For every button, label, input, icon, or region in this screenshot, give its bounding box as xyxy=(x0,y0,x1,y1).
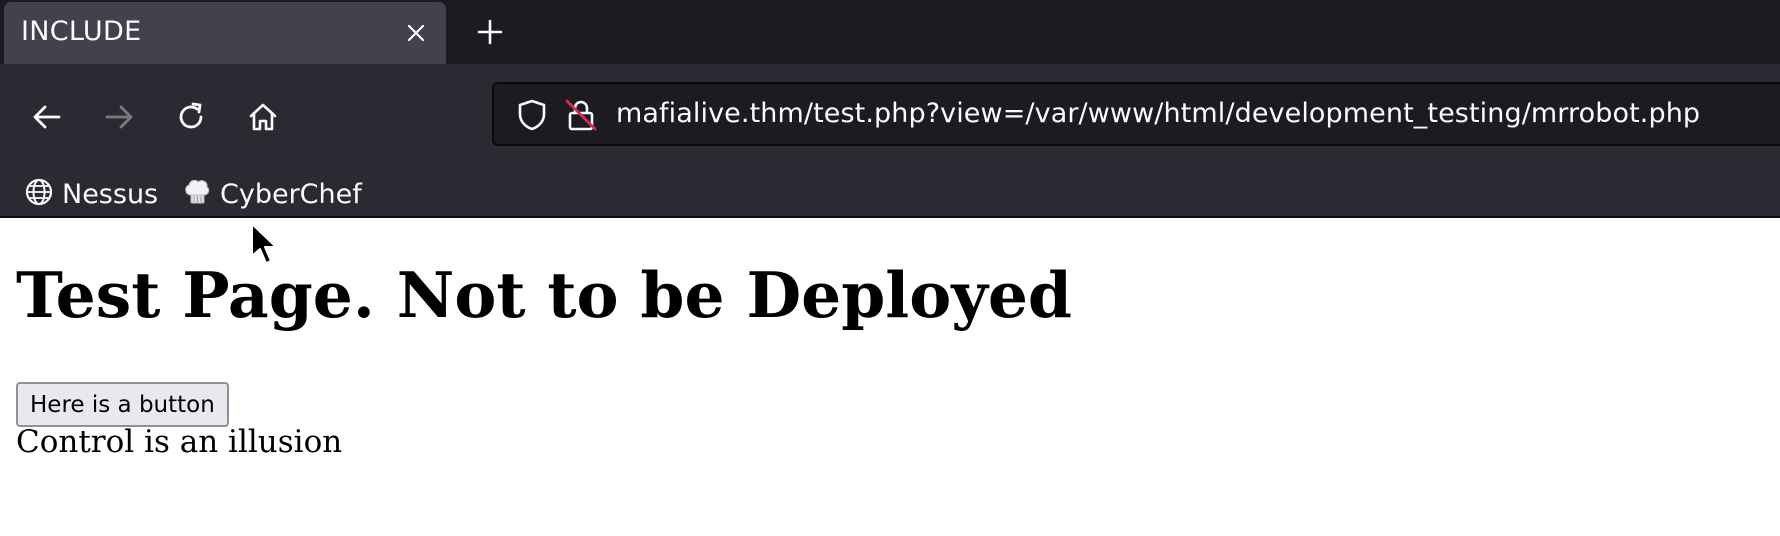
url-bar[interactable]: mafialive.thm/test.php?view=/var/www/htm… xyxy=(492,82,1780,146)
shield-icon[interactable] xyxy=(516,98,548,132)
arrow-right-icon[interactable] xyxy=(96,94,142,140)
page-heading: Test Page. Not to be Deployed xyxy=(16,258,1072,332)
globe-icon xyxy=(24,177,54,211)
bookmark-label: CyberChef xyxy=(220,178,362,210)
here-is-a-button[interactable]: Here is a button xyxy=(16,382,229,427)
navigation-toolbar: mafialive.thm/test.php?view=/var/www/htm… xyxy=(0,64,1780,231)
insecure-lock-icon[interactable] xyxy=(564,98,598,132)
arrow-left-icon[interactable] xyxy=(24,94,70,140)
home-icon[interactable] xyxy=(240,94,286,140)
close-icon[interactable] xyxy=(399,16,433,50)
page-text: Control is an illusion xyxy=(16,424,343,460)
url-text[interactable]: mafialive.thm/test.php?view=/var/www/htm… xyxy=(616,98,1700,129)
browser-window: INCLUDE mafialive.thm/test.php?view=/var… xyxy=(0,0,1780,536)
chef-hat-icon xyxy=(182,177,212,211)
reload-icon[interactable] xyxy=(168,94,214,140)
tab-include[interactable]: INCLUDE xyxy=(4,2,446,64)
mouse-cursor-icon xyxy=(250,222,280,268)
tab-strip: INCLUDE xyxy=(0,0,1780,64)
bookmark-label: Nessus xyxy=(62,178,159,210)
plus-icon[interactable] xyxy=(470,14,510,50)
tab-title: INCLUDE xyxy=(21,16,142,47)
bookmark-nessus[interactable]: Nessus xyxy=(24,174,158,214)
bookmark-cyberchef[interactable]: CyberChef xyxy=(182,174,362,214)
